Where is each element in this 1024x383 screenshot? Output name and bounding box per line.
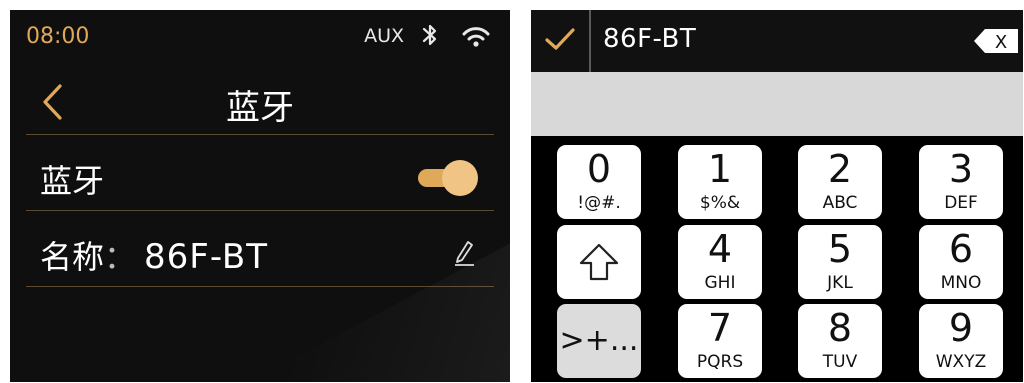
symbols-key[interactable]: >+...	[557, 304, 641, 378]
suggestion-bar	[531, 72, 1023, 136]
key-6[interactable]: 6 MNO	[919, 225, 1003, 299]
bluetooth-settings-screen: 08:00 AUX 蓝牙 蓝牙 名称： 86F-BT	[10, 10, 510, 382]
key-9[interactable]: 9 WXYZ	[919, 304, 1003, 378]
wifi-icon	[462, 26, 490, 52]
key-8[interactable]: 8 TUV	[798, 304, 882, 378]
label-separator: ：	[104, 238, 137, 276]
status-bar: 08:00 AUX	[10, 10, 510, 68]
key-digit: 2	[827, 147, 853, 191]
page-title: 蓝牙	[226, 88, 294, 128]
toggle-knob	[442, 160, 478, 196]
key-digit: 5	[827, 227, 853, 271]
key-letters: MNO	[940, 273, 982, 293]
key-letters: PQRS	[696, 352, 744, 372]
key-3[interactable]: 3 DEF	[919, 145, 1003, 219]
bluetooth-toggle[interactable]	[418, 160, 478, 196]
name-input-field[interactable]: 86F-BT	[603, 24, 696, 54]
shift-key[interactable]	[557, 225, 641, 299]
symbols-label: >+...	[559, 323, 639, 358]
divider	[26, 286, 494, 287]
bluetooth-row-label: 蓝牙	[40, 162, 105, 200]
backspace-label: X	[995, 32, 1007, 53]
divider	[26, 134, 494, 135]
key-7[interactable]: 7 PQRS	[678, 304, 762, 378]
bluetooth-icon	[420, 22, 440, 52]
key-letters: WXYZ	[935, 352, 987, 372]
key-digit: 3	[948, 147, 974, 191]
shift-arrow-icon	[578, 242, 620, 286]
key-letters: TUV	[822, 352, 858, 372]
backspace-icon[interactable]: X	[973, 28, 1019, 58]
key-digit: 4	[707, 227, 733, 271]
key-letters: DEF	[944, 193, 978, 213]
pencil-icon[interactable]	[452, 238, 476, 270]
divider	[26, 210, 494, 211]
keypad-screen: 86F-BT X 0 !@#. 1 $%& 2 ABC 3 DEF 4 GHI …	[531, 10, 1023, 382]
key-5[interactable]: 5 JKL	[798, 225, 882, 299]
key-letters: JKL	[827, 273, 853, 293]
key-4[interactable]: 4 GHI	[678, 225, 762, 299]
audio-source-label: AUX	[364, 25, 404, 47]
key-0[interactable]: 0 !@#.	[557, 145, 641, 219]
key-digit: 6	[948, 227, 974, 271]
device-name-value: 86F-BT	[144, 237, 269, 277]
input-separator	[589, 10, 591, 72]
key-digit: 0	[586, 147, 612, 191]
key-digit: 7	[707, 306, 733, 350]
key-1[interactable]: 1 $%&	[678, 145, 762, 219]
key-letters: $%&	[699, 193, 741, 213]
key-letters: GHI	[704, 273, 736, 293]
key-2[interactable]: 2 ABC	[798, 145, 882, 219]
key-letters: ABC	[822, 193, 858, 213]
screen-header: 蓝牙	[10, 72, 510, 134]
check-icon[interactable]	[543, 24, 577, 58]
key-digit: 1	[707, 147, 733, 191]
key-letters: !@#.	[577, 193, 621, 213]
device-name-row[interactable]: 名称： 86F-BT	[40, 232, 268, 278]
status-time: 08:00	[26, 24, 90, 49]
key-digit: 9	[948, 306, 974, 350]
input-bar: 86F-BT X	[531, 10, 1023, 72]
key-digit: 8	[827, 306, 853, 350]
device-name-label: 名称	[40, 238, 105, 276]
